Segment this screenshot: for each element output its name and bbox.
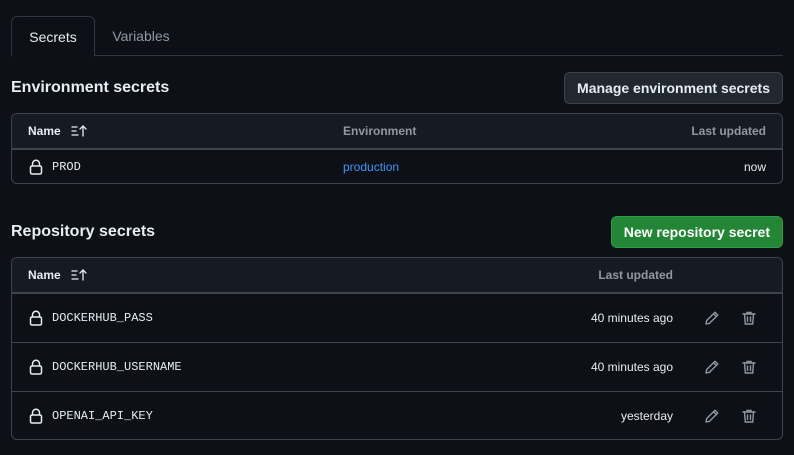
environment-secrets-heading: Environment secrets bbox=[11, 79, 170, 96]
lock-icon bbox=[29, 310, 43, 326]
environment-secrets-table: Name Environment Last updated PROD produ… bbox=[11, 113, 783, 184]
pencil-icon[interactable] bbox=[702, 308, 722, 328]
secret-name-cell: DOCKERHUB_PASS bbox=[29, 294, 153, 342]
manage-environment-secrets-button[interactable]: Manage environment secrets bbox=[564, 72, 783, 104]
lock-icon bbox=[29, 359, 43, 375]
name-column-label: Name bbox=[28, 124, 61, 138]
repository-secrets-heading: Repository secrets bbox=[11, 223, 156, 240]
last-updated-value: yesterday bbox=[620, 409, 673, 423]
last-updated-value: now bbox=[743, 159, 766, 174]
environment-column-header: Environment bbox=[343, 124, 417, 138]
sort-icon[interactable] bbox=[71, 269, 89, 281]
lock-icon bbox=[29, 408, 43, 424]
name-column-header[interactable]: Name bbox=[28, 114, 89, 148]
table-row: PROD production now bbox=[12, 149, 782, 183]
table-row: DOCKERHUB_USERNAME 40 minutes ago bbox=[12, 342, 782, 391]
pencil-icon[interactable] bbox=[702, 406, 722, 426]
table-row: DOCKERHUB_PASS 40 minutes ago bbox=[12, 293, 782, 342]
environment-link[interactable]: production bbox=[343, 160, 399, 174]
secret-name: DOCKERHUB_PASS bbox=[52, 311, 153, 325]
secrets-page: Secrets Variables Environment secrets Ma… bbox=[0, 0, 794, 455]
table-row: OPENAI_API_KEY yesterday bbox=[12, 391, 782, 439]
tab-bar: Secrets Variables bbox=[11, 16, 783, 57]
tab-secrets[interactable]: Secrets bbox=[11, 16, 95, 57]
secret-name: OPENAI_API_KEY bbox=[52, 409, 153, 423]
last-updated-column-header: Last updated bbox=[691, 124, 766, 138]
trash-icon[interactable] bbox=[739, 308, 759, 328]
environment-secrets-table-header: Name Environment Last updated bbox=[12, 114, 782, 149]
pencil-icon[interactable] bbox=[702, 357, 722, 377]
sort-icon[interactable] bbox=[71, 125, 89, 137]
last-updated-value: 40 minutes ago bbox=[590, 360, 673, 374]
secret-name-cell: PROD bbox=[29, 150, 81, 183]
name-column-label: Name bbox=[28, 268, 61, 282]
environment-cell: production bbox=[343, 150, 399, 183]
name-column-header[interactable]: Name bbox=[28, 258, 89, 292]
last-updated-column-header: Last updated bbox=[598, 268, 673, 282]
repository-secrets-table-header: Name Last updated bbox=[12, 258, 782, 293]
secret-name: DOCKERHUB_USERNAME bbox=[52, 360, 182, 374]
new-repository-secret-button[interactable]: New repository secret bbox=[610, 216, 783, 248]
trash-icon[interactable] bbox=[739, 357, 759, 377]
trash-icon[interactable] bbox=[739, 406, 759, 426]
secret-name-cell: DOCKERHUB_USERNAME bbox=[29, 343, 182, 391]
lock-icon bbox=[29, 159, 43, 175]
tab-variables[interactable]: Variables bbox=[97, 16, 185, 56]
last-updated-value: 40 minutes ago bbox=[590, 311, 673, 325]
secret-name: PROD bbox=[52, 159, 81, 174]
repository-secrets-table: Name Last updated DOCKERHUB_PASS 40 minu… bbox=[11, 257, 783, 440]
secret-name-cell: OPENAI_API_KEY bbox=[29, 392, 153, 439]
